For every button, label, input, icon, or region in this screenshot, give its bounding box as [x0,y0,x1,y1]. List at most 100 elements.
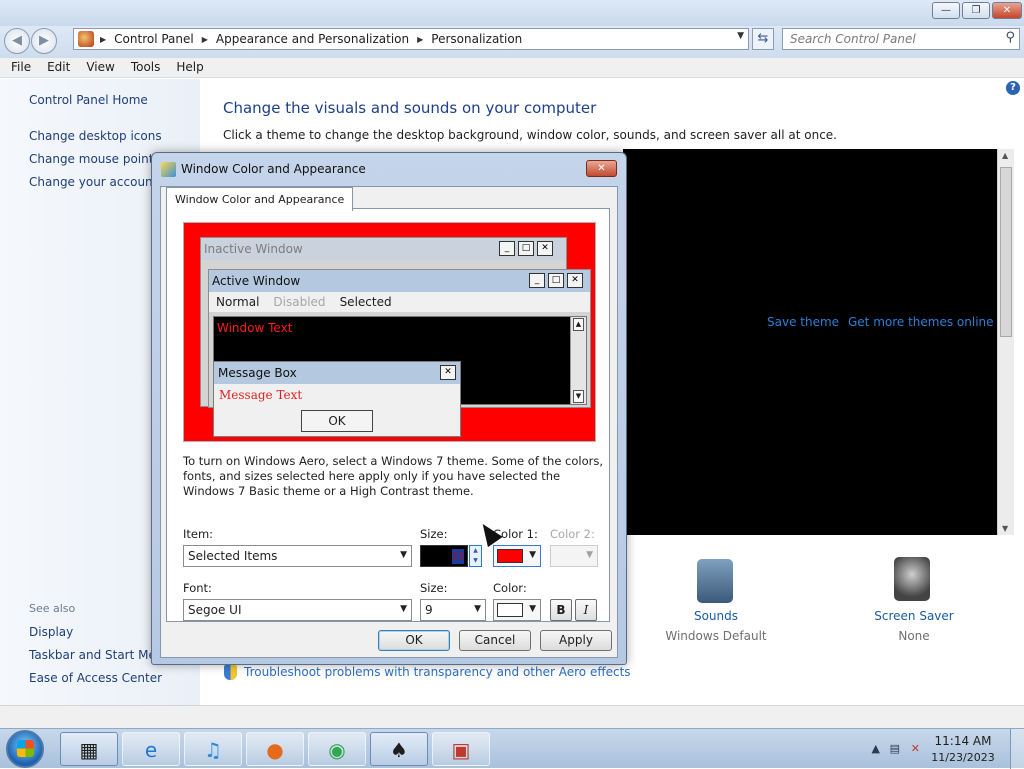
preview-menu-bar[interactable]: Normal Disabled Selected [209,292,590,312]
preview-active-controls: _ □ ✕ [529,273,583,288]
help-icon[interactable]: ? [1006,81,1020,95]
cancel-button[interactable]: Cancel [459,630,531,651]
link-change-desktop-icons[interactable]: Change desktop icons [29,129,162,143]
italic-button[interactable]: I [575,599,597,621]
breadcrumb-appearance[interactable]: Appearance and Personalization [216,32,409,46]
tray-expand-icon[interactable]: ▲ [872,742,880,755]
item-select[interactable]: Selected Items ▼ [183,545,412,567]
taskbar-chrome[interactable]: ◉ [308,732,366,766]
breadcrumb-separator-icon: ▶ [100,34,107,44]
screen-saver-label[interactable]: Screen Saver [854,609,974,623]
preview-inactive-titlebar[interactable]: Inactive Window _ □ ✕ [201,238,566,260]
back-button[interactable]: ◀ [4,28,30,54]
link-display[interactable]: Display [29,625,73,639]
preview-active-titlebar[interactable]: Active Window _ □ ✕ [209,270,590,292]
tab-panel: Inactive Window _ □ ✕ Active Window _ □ [166,208,610,622]
preview-message-title: Message Box [218,366,297,380]
close-button[interactable]: ✕ [992,2,1022,19]
dialog-close-button[interactable]: ✕ [586,160,617,177]
color1-button[interactable]: ▼ [493,545,541,567]
minimize-button[interactable]: — [932,2,960,19]
taskbar-itunes[interactable]: ♫ [184,732,242,766]
link-ease-of-access[interactable]: Ease of Access Center [29,671,162,685]
taskbar-control-panel[interactable]: ♠ [370,732,428,766]
scroll-up-icon: ▲ [573,318,584,331]
color2-button[interactable]: ▼ [550,545,598,567]
chevron-down-icon: ▼ [400,550,407,560]
preview-menu-normal[interactable]: Normal [209,292,266,312]
font-size-select[interactable]: 9 ▼ [420,599,486,621]
item-label: Item: [183,527,214,541]
get-more-themes-link[interactable]: Get more themes online [848,315,994,329]
apply-button[interactable]: Apply [540,630,612,651]
menu-view[interactable]: View [78,58,122,77]
size-value: 21 [452,549,465,564]
menu-file[interactable]: File [3,58,39,77]
page-title: Change the visuals and sounds on your co… [223,99,597,117]
taskbar-winrar[interactable]: ▦ [60,732,118,766]
clock-time[interactable]: 11:14 AM [928,734,998,748]
forward-arrow-icon: ▶ [39,33,49,48]
size-spin-arrows[interactable]: ▲ ▼ [469,545,482,567]
screensaver-icon[interactable] [894,557,930,601]
preview-ok-button[interactable]: OK [301,410,373,432]
font-color-button[interactable]: ▼ [493,599,541,621]
sounds-label[interactable]: Sounds [656,609,776,623]
theme-scrollbar[interactable]: ▲ ▼ [997,149,1014,535]
theme-list[interactable] [623,149,998,535]
bold-button[interactable]: B [550,599,572,621]
refresh-button[interactable]: ⇆ [752,28,774,50]
network-icon[interactable]: ▤ [890,742,900,755]
search-input[interactable]: Search Control Panel ⚲ [782,28,1020,50]
menu-bar: File Edit View Tools Help [0,58,1024,78]
spin-down-icon[interactable]: ▼ [473,557,478,564]
spin-up-icon[interactable]: ▲ [473,547,478,554]
troubleshoot-link[interactable]: Troubleshoot problems with transparency … [244,665,631,679]
show-desktop-button[interactable] [1010,729,1024,769]
preview-menu-selected[interactable]: Selected [333,292,399,312]
color2-label: Color 2: [550,527,595,541]
taskbar-ie[interactable]: e [122,732,180,766]
speaker-icon[interactable] [697,559,733,603]
preview-menu-disabled[interactable]: Disabled [266,292,332,312]
preview-message-box[interactable]: Message Box ✕ Message Text OK [213,361,461,437]
preview-scrollbar[interactable]: ▲ ▼ [570,317,586,404]
scroll-up-icon[interactable]: ▲ [1002,151,1008,160]
ok-button[interactable]: OK [378,630,450,651]
preview-message-titlebar[interactable]: Message Box ✕ [214,362,460,384]
forward-button[interactable]: ▶ [31,28,57,54]
refresh-icon: ⇆ [757,31,769,46]
preview-inactive-controls: _ □ ✕ [499,241,553,256]
size-stepper[interactable]: 21 ▲ ▼ [420,545,482,567]
scroll-thumb[interactable] [1000,167,1012,337]
back-arrow-icon: ◀ [12,33,22,48]
scroll-down-icon: ▼ [573,390,584,403]
address-dropdown-icon[interactable]: ▼ [737,31,744,41]
clock-date[interactable]: 11/23/2023 [928,751,998,764]
appearance-preview[interactable]: Inactive Window _ □ ✕ Active Window _ □ [183,222,596,442]
link-taskbar-start-menu[interactable]: Taskbar and Start Menu [29,648,171,662]
link-control-panel-home[interactable]: Control Panel Home [29,93,148,107]
volume-muted-icon[interactable]: ✕ [911,742,920,755]
breadcrumb-personalization[interactable]: Personalization [431,32,522,46]
taskbar-firefox[interactable]: ● [246,732,304,766]
menu-edit[interactable]: Edit [39,58,78,77]
size-input[interactable]: 21 [420,545,468,567]
breadcrumb-separator-icon[interactable]: ▶ [202,35,208,44]
breadcrumb-control-panel[interactable]: Control Panel [114,32,194,46]
start-button[interactable] [6,730,44,768]
taskbar-abc[interactable]: ▣ [432,732,490,766]
menu-help[interactable]: Help [168,58,211,77]
search-icon[interactable]: ⚲ [1005,30,1015,45]
tab-window-color[interactable]: Window Color and Appearance [166,187,354,211]
maximize-icon: □ [518,241,534,256]
address-bar[interactable]: ▶ Control Panel ▶ Appearance and Persona… [73,28,749,50]
font-select[interactable]: Segoe UI ▼ [183,599,412,621]
breadcrumb-separator-icon[interactable]: ▶ [417,35,423,44]
save-theme-link[interactable]: Save theme [767,315,839,329]
maximize-button[interactable]: ❐ [962,2,990,19]
chrome-icon: ◉ [328,738,346,762]
font-color-label: Color: [493,581,527,595]
scroll-down-icon[interactable]: ▼ [1002,524,1008,533]
menu-tools[interactable]: Tools [123,58,169,77]
